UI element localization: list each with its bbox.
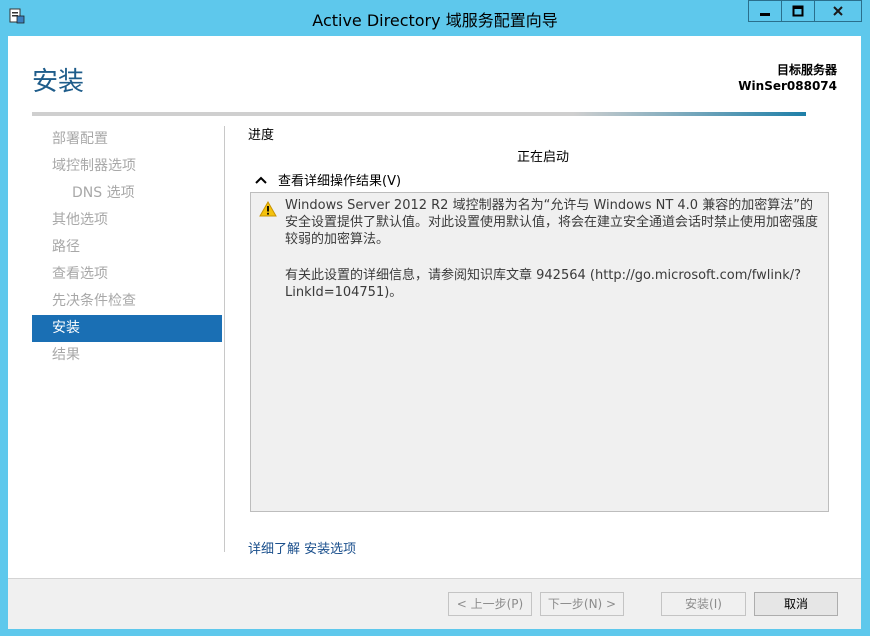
previous-button[interactable]: < 上一步(P)	[448, 592, 532, 616]
next-button[interactable]: 下一步(N) >	[540, 592, 624, 616]
maximize-icon	[792, 5, 804, 17]
window-controls	[748, 0, 862, 22]
page-title: 安装	[32, 67, 85, 97]
nav-item-paths[interactable]: 路径	[32, 234, 222, 261]
nav-item-dc-options[interactable]: 域控制器选项	[32, 153, 222, 180]
install-button[interactable]: 安装(I)	[661, 592, 746, 616]
close-button[interactable]	[814, 0, 862, 22]
nav-item-dns-options[interactable]: DNS 选项	[32, 180, 222, 207]
wizard-window: Active Directory 域服务配置向导 安装 目标服务器 WinSer…	[0, 0, 870, 636]
target-server: 目标服务器 WinSer088074	[738, 62, 837, 94]
window-title: Active Directory 域服务配置向导	[312, 11, 558, 30]
kb-reference-message: 有关此设置的详细信息，请参阅知识库文章 942564 (http://go.mi…	[285, 268, 802, 300]
results-message-box[interactable]: Windows Server 2012 R2 域控制器为名为“允许与 Windo…	[250, 192, 829, 512]
nav-item-installation[interactable]: 安装	[32, 315, 222, 342]
nav-item-deployment[interactable]: 部署配置	[32, 126, 222, 153]
progress-label: 进度	[248, 128, 275, 143]
warning-icon	[259, 201, 277, 217]
learn-more: 详细了解 安装选项	[248, 538, 356, 557]
minimize-button[interactable]	[748, 0, 782, 22]
nav-item-review-options[interactable]: 查看选项	[32, 261, 222, 288]
warning-message: Windows Server 2012 R2 域控制器为名为“允许与 Windo…	[285, 198, 819, 247]
wizard-footer: < 上一步(P) 下一步(N) > 安装(I) 取消	[8, 578, 861, 629]
wizard-nav: 部署配置 域控制器选项 DNS 选项 其他选项 路径 查看选项 先决条件检查 安…	[32, 126, 222, 369]
nav-item-additional-options[interactable]: 其他选项	[32, 207, 222, 234]
close-icon	[833, 6, 843, 16]
learn-more-prefix: 详细了解	[248, 542, 301, 557]
header-divider	[32, 112, 806, 116]
nav-divider	[224, 126, 225, 552]
minimize-icon	[760, 13, 770, 16]
target-server-name: WinSer088074	[738, 79, 837, 93]
wizard-client-area: 安装 目标服务器 WinSer088074 部署配置 域控制器选项 DNS 选项…	[8, 36, 861, 629]
nav-item-prerequisites[interactable]: 先决条件检查	[32, 288, 222, 315]
title-bar[interactable]: Active Directory 域服务配置向导	[0, 0, 870, 36]
cancel-button[interactable]: 取消	[754, 592, 838, 616]
install-options-link[interactable]: 安装选项	[304, 542, 356, 557]
chevron-up-icon	[255, 176, 267, 184]
details-toggle[interactable]: 查看详细操作结果(V)	[254, 170, 401, 189]
maximize-button[interactable]	[781, 0, 815, 22]
status-text: 正在启动	[516, 150, 569, 165]
details-toggle-label: 查看详细操作结果(V)	[278, 174, 402, 189]
target-server-label: 目标服务器	[776, 63, 837, 77]
nav-item-results[interactable]: 结果	[32, 342, 222, 369]
